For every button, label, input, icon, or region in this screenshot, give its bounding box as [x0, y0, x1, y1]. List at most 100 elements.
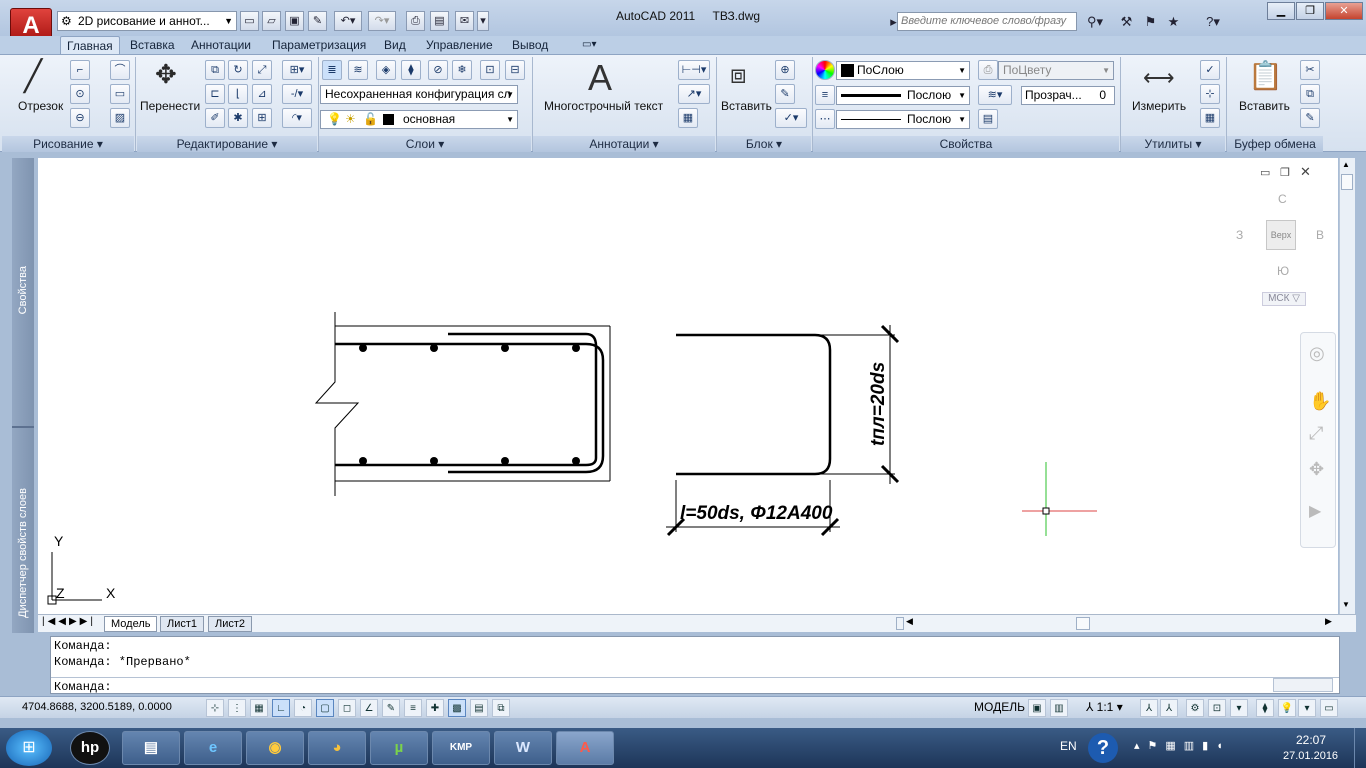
lock-toolbars-icon[interactable]: ⊡ — [1208, 699, 1226, 717]
viewport-minimize-icon[interactable]: ▭ — [1260, 166, 1270, 179]
explorer-icon[interactable]: ▤ — [122, 731, 180, 765]
viewcube-face[interactable]: Верх — [1266, 220, 1296, 250]
polar-tracking-button[interactable]: ◔ — [294, 699, 312, 717]
properties-palette-tab[interactable]: Свойства — [17, 266, 29, 314]
viewcube[interactable]: С З В Верх Ю — [1232, 188, 1332, 288]
hp-icon[interactable]: hp — [70, 731, 110, 765]
object-snap-tracking-button[interactable]: ◻ — [338, 699, 356, 717]
tab-parametric[interactable]: Параметризация — [266, 36, 372, 54]
tab-layout2[interactable]: Лист2 — [208, 616, 253, 632]
layer-match-icon[interactable]: ⧫ — [401, 60, 421, 80]
match-properties-icon[interactable] — [815, 60, 835, 80]
bulb-status-icon[interactable]: 💡 — [1278, 699, 1296, 717]
panel-annotation-title[interactable]: Аннотации ▾ — [533, 136, 715, 152]
internet-explorer-icon[interactable]: e — [184, 731, 242, 765]
help-tray-icon[interactable]: ? — [1088, 733, 1118, 763]
cut-icon[interactable]: ✂ — [1300, 60, 1320, 80]
list-icon[interactable]: ▤ — [978, 109, 998, 129]
new-file-button[interactable]: ▭ — [240, 11, 259, 31]
selection-cycling-button[interactable]: ▤ — [470, 699, 488, 717]
edit-block-icon[interactable]: ✎ — [775, 84, 795, 104]
help-icon[interactable]: ?▾ — [1198, 12, 1228, 31]
match-prop-icon[interactable]: ✎ — [1300, 108, 1320, 128]
panel-layers-title[interactable]: Слои ▾ — [319, 136, 531, 152]
clock-time[interactable]: 22:07 — [1296, 733, 1326, 747]
arc-icon[interactable]: ⌒ — [110, 60, 130, 80]
layer-lock-icon[interactable]: ⊡ — [480, 60, 500, 80]
layer-select[interactable]: 💡 ☀ 🔓 основная ▼ — [320, 110, 518, 129]
measure-button[interactable]: Измерить — [1132, 99, 1186, 113]
line-button[interactable]: Отрезок — [18, 99, 63, 113]
layout-nav-arrows[interactable]: |◀◀▶▶| — [42, 616, 96, 627]
binoculars-icon[interactable]: ⚲▾ — [1081, 12, 1109, 31]
rectangle-icon[interactable]: ▭ — [110, 84, 130, 104]
ucs-menu-button[interactable]: МСК ▽ — [1262, 292, 1306, 306]
word-icon[interactable]: W — [494, 731, 552, 765]
panel-properties-title[interactable]: Свойства — [813, 136, 1119, 152]
move-button[interactable]: Перенести — [140, 99, 200, 113]
workspace-select[interactable]: ⚙ 2D рисование и аннот... ▼ — [57, 11, 237, 31]
chamfer-icon[interactable]: ◜▾ — [282, 108, 312, 128]
annotation-scale-button[interactable]: ⅄ 1:1 ▾ — [1086, 700, 1123, 714]
properties-button[interactable]: ▤ — [430, 11, 449, 31]
panel-draw-title[interactable]: Рисование ▾ — [2, 136, 134, 152]
viewcube-south[interactable]: Ю — [1277, 264, 1289, 278]
lineweight-icon[interactable]: ≡ — [815, 85, 835, 105]
search-input[interactable]: Введите ключевое слово/фразу — [897, 12, 1077, 31]
panel-clipboard-title[interactable]: Буфер обмена — [1227, 136, 1323, 152]
trim-icon[interactable]: -/▾ — [282, 84, 312, 104]
pan-hand-icon[interactable]: ✋ — [1309, 391, 1331, 412]
splitter-handle[interactable] — [896, 617, 904, 630]
quick-view-drawings-icon[interactable]: ▥ — [1050, 699, 1068, 717]
communication-center-icon[interactable]: ⚑ — [1141, 12, 1160, 31]
dynamic-input-button[interactable]: ✎ — [382, 699, 400, 717]
coordinates-readout[interactable]: 4704.8688, 3200.5189, 0.0000 — [22, 701, 172, 713]
minimize-window-button[interactable]: ▁ — [1267, 2, 1295, 20]
dynamic-ucs-button[interactable]: ∠ — [360, 699, 378, 717]
copy-icon[interactable]: ⧉ — [205, 60, 225, 80]
lineweight-select[interactable]: Послою ▼ — [836, 86, 970, 105]
grid-display-button[interactable]: ▦ — [250, 699, 268, 717]
array-icon[interactable]: ⊞▾ — [282, 60, 312, 80]
layer-off-icon[interactable]: ⊘ — [428, 60, 448, 80]
publish-button[interactable]: ✉ — [455, 11, 474, 31]
viewport-close-icon[interactable]: ✕ — [1300, 164, 1311, 180]
scroll-up-icon[interactable]: ▲ — [1342, 160, 1350, 169]
layer-freeze-icon[interactable]: ❄ — [452, 60, 472, 80]
layer-properties-icon[interactable]: ≣ — [322, 60, 342, 80]
scroll-down-icon[interactable]: ▼ — [1342, 600, 1350, 609]
annotation-monitor-button[interactable]: ⧉ — [492, 699, 510, 717]
stretch-icon[interactable]: ⊏ — [205, 84, 225, 104]
object-snap-button[interactable]: ▢ — [316, 699, 334, 717]
restore-window-button[interactable]: ❐ — [1296, 2, 1324, 20]
tab-model[interactable]: Модель — [104, 616, 158, 632]
transparency-field[interactable]: Прозрач... 0 — [1021, 86, 1115, 105]
zoom-extents-icon[interactable]: ⤢ — [1309, 423, 1323, 444]
undo-button[interactable]: ↶▾ — [334, 11, 362, 31]
layer-isolate-icon[interactable]: ◈ — [376, 60, 396, 80]
ellipse-icon[interactable]: ⊖ — [70, 108, 90, 128]
scroll-right-icon[interactable]: ▶ — [1325, 616, 1332, 627]
erase-icon[interactable]: ✐ — [205, 108, 225, 128]
transparency-toggle-button[interactable]: ✚ — [426, 699, 444, 717]
vertical-scrollbar[interactable]: ▲ ▼ — [1339, 158, 1355, 614]
favorites-star-icon[interactable]: ★ — [1164, 12, 1183, 31]
command-input[interactable]: Команда: — [54, 680, 112, 695]
quick-properties-button[interactable]: ▩ — [448, 699, 466, 717]
lineweight-toggle-button[interactable]: ≡ — [404, 699, 422, 717]
copy-clip-icon[interactable]: ⧉ — [1300, 84, 1320, 104]
layout-view-icon[interactable]: ▣ — [1028, 699, 1046, 717]
viewcube-west[interactable]: З — [1236, 228, 1243, 242]
ortho-mode-button[interactable]: ∟ — [272, 699, 290, 717]
tab-home[interactable]: Главная — [60, 36, 120, 54]
fillet-icon[interactable]: ⌊ — [228, 84, 248, 104]
quick-select-icon[interactable]: ✓ — [1200, 60, 1220, 80]
viewcube-north[interactable]: С — [1278, 192, 1287, 206]
viewcube-east[interactable]: В — [1316, 228, 1324, 242]
table-icon[interactable]: ▦ — [678, 108, 698, 128]
panel-block-title[interactable]: Блок ▾ — [717, 136, 811, 152]
transparency-icon[interactable]: ≋▾ — [978, 85, 1012, 105]
show-desktop-button[interactable] — [1354, 728, 1366, 768]
select-all-icon[interactable]: ⊹ — [1200, 84, 1220, 104]
kmplayer-icon[interactable]: KMP — [432, 731, 490, 765]
